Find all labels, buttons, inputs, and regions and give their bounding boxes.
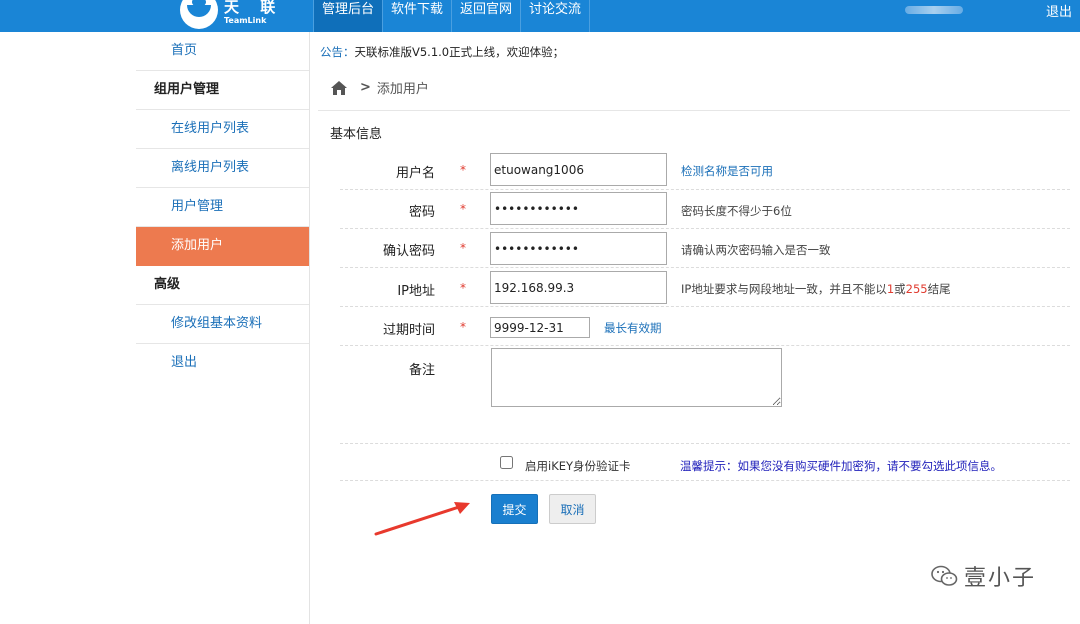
required-mark: * [460,281,466,295]
username-input[interactable] [490,153,667,186]
check-username-link[interactable]: 检测名称是否可用 [681,163,773,179]
expire-label: 过期时间 [382,323,435,338]
ip-hint-text: 结尾 [927,282,951,296]
sidebar-item-add-user[interactable]: 添加用户 [136,227,309,266]
required-mark: * [460,241,466,255]
remark-textarea[interactable] [491,348,782,407]
sidebar-divider [309,32,310,624]
password-label: 密码 [408,205,435,220]
remark-label: 备注 [408,363,435,378]
confirm-password-input[interactable] [490,232,667,265]
row-divider [340,267,1070,268]
password-input[interactable] [490,192,667,225]
password-hint: 密码长度不得少于6位 [681,204,792,218]
expire-date-input[interactable] [490,317,590,338]
sidebar-item-user-management[interactable]: 用户管理 [136,188,309,227]
username-redacted [905,6,963,14]
warm-tip: 温馨提示：如果您没有购买硬件加密狗，请不要勾选此项信息。 [680,459,1002,473]
required-mark: * [460,202,466,216]
row-divider [340,306,1070,307]
ip-hint-text: 或 [894,282,906,296]
sidebar: 首页 组用户管理 在线用户列表 离线用户列表 用户管理 添加用户 高级 修改组基… [136,32,309,383]
required-mark: * [460,163,466,177]
nav-forum[interactable]: 讨论交流 [520,0,591,32]
row-divider [340,228,1070,229]
annotation-arrow-icon [374,502,470,536]
required-mark: * [460,320,466,334]
breadcrumb-divider [318,110,1070,111]
sidebar-item-offline-users[interactable]: 离线用户列表 [136,149,309,188]
max-expiry-link[interactable]: 最长有效期 [604,320,662,336]
logo-en-text: TeamLink [224,15,267,25]
ip-hint-text: IP地址要求与网段地址一致，并且不能以 [681,282,887,296]
cancel-button[interactable]: 取消 [549,494,596,524]
logo-cn-text: 天 联 [224,0,284,16]
sidebar-item-home[interactable]: 首页 [136,32,309,71]
announcement-label: 公告： [320,45,355,59]
ip-hint: IP地址要求与网段地址一致，并且不能以1或255结尾 [681,281,951,297]
ip-label: IP地址 [397,284,435,299]
watermark: 壹小子 [930,560,1036,592]
nav-download[interactable]: 软件下载 [382,0,451,32]
ip-hint-number: 255 [905,282,928,296]
logo[interactable]: 天 联 TeamLink [180,0,283,32]
ikey-checkbox[interactable] [500,456,513,469]
sidebar-item-online-users[interactable]: 在线用户列表 [136,110,309,149]
watermark-text: 壹小子 [964,566,1037,591]
teamlink-logo-icon [180,0,218,29]
confirm-password-hint: 请确认两次密码输入是否一致 [681,243,831,257]
nav-official-site[interactable]: 返回官网 [451,0,520,32]
top-navbar: 天 联 TeamLink 管理后台 软件下载 返回官网 讨论交流 退出 [0,0,1080,32]
sidebar-heading-group-users: 组用户管理 [136,71,309,110]
row-divider [340,345,1070,346]
announcement-text: 天联标准版V5.1.0正式上线，欢迎体验； [354,45,565,59]
row-divider [340,443,1070,444]
announcement: 公告：天联标准版V5.1.0正式上线，欢迎体验； [320,44,564,60]
home-icon[interactable] [330,80,348,96]
confirm-password-label: 确认密码 [382,244,435,259]
sidebar-item-logout[interactable]: 退出 [136,344,309,383]
username-label: 用户名 [395,166,435,181]
breadcrumb-current: 添加用户 [376,82,429,97]
sidebar-item-edit-group[interactable]: 修改组基本资料 [136,305,309,344]
sidebar-heading-advanced: 高级 [136,266,309,305]
logout-link[interactable]: 退出 [1046,1,1072,20]
submit-button[interactable]: 提交 [491,494,538,524]
breadcrumb-separator: > [360,80,371,95]
ikey-checkbox-label[interactable]: 启用iKEY身份验证卡 [525,458,631,474]
main-nav: 管理后台 软件下载 返回官网 讨论交流 [313,0,591,32]
row-divider [340,189,1070,190]
breadcrumb: > 添加用户 [330,78,429,97]
nav-admin[interactable]: 管理后台 [313,0,383,32]
row-divider [340,480,1070,481]
wechat-icon [931,565,958,586]
section-title: 基本信息 [330,127,383,142]
ip-input[interactable] [490,271,667,304]
